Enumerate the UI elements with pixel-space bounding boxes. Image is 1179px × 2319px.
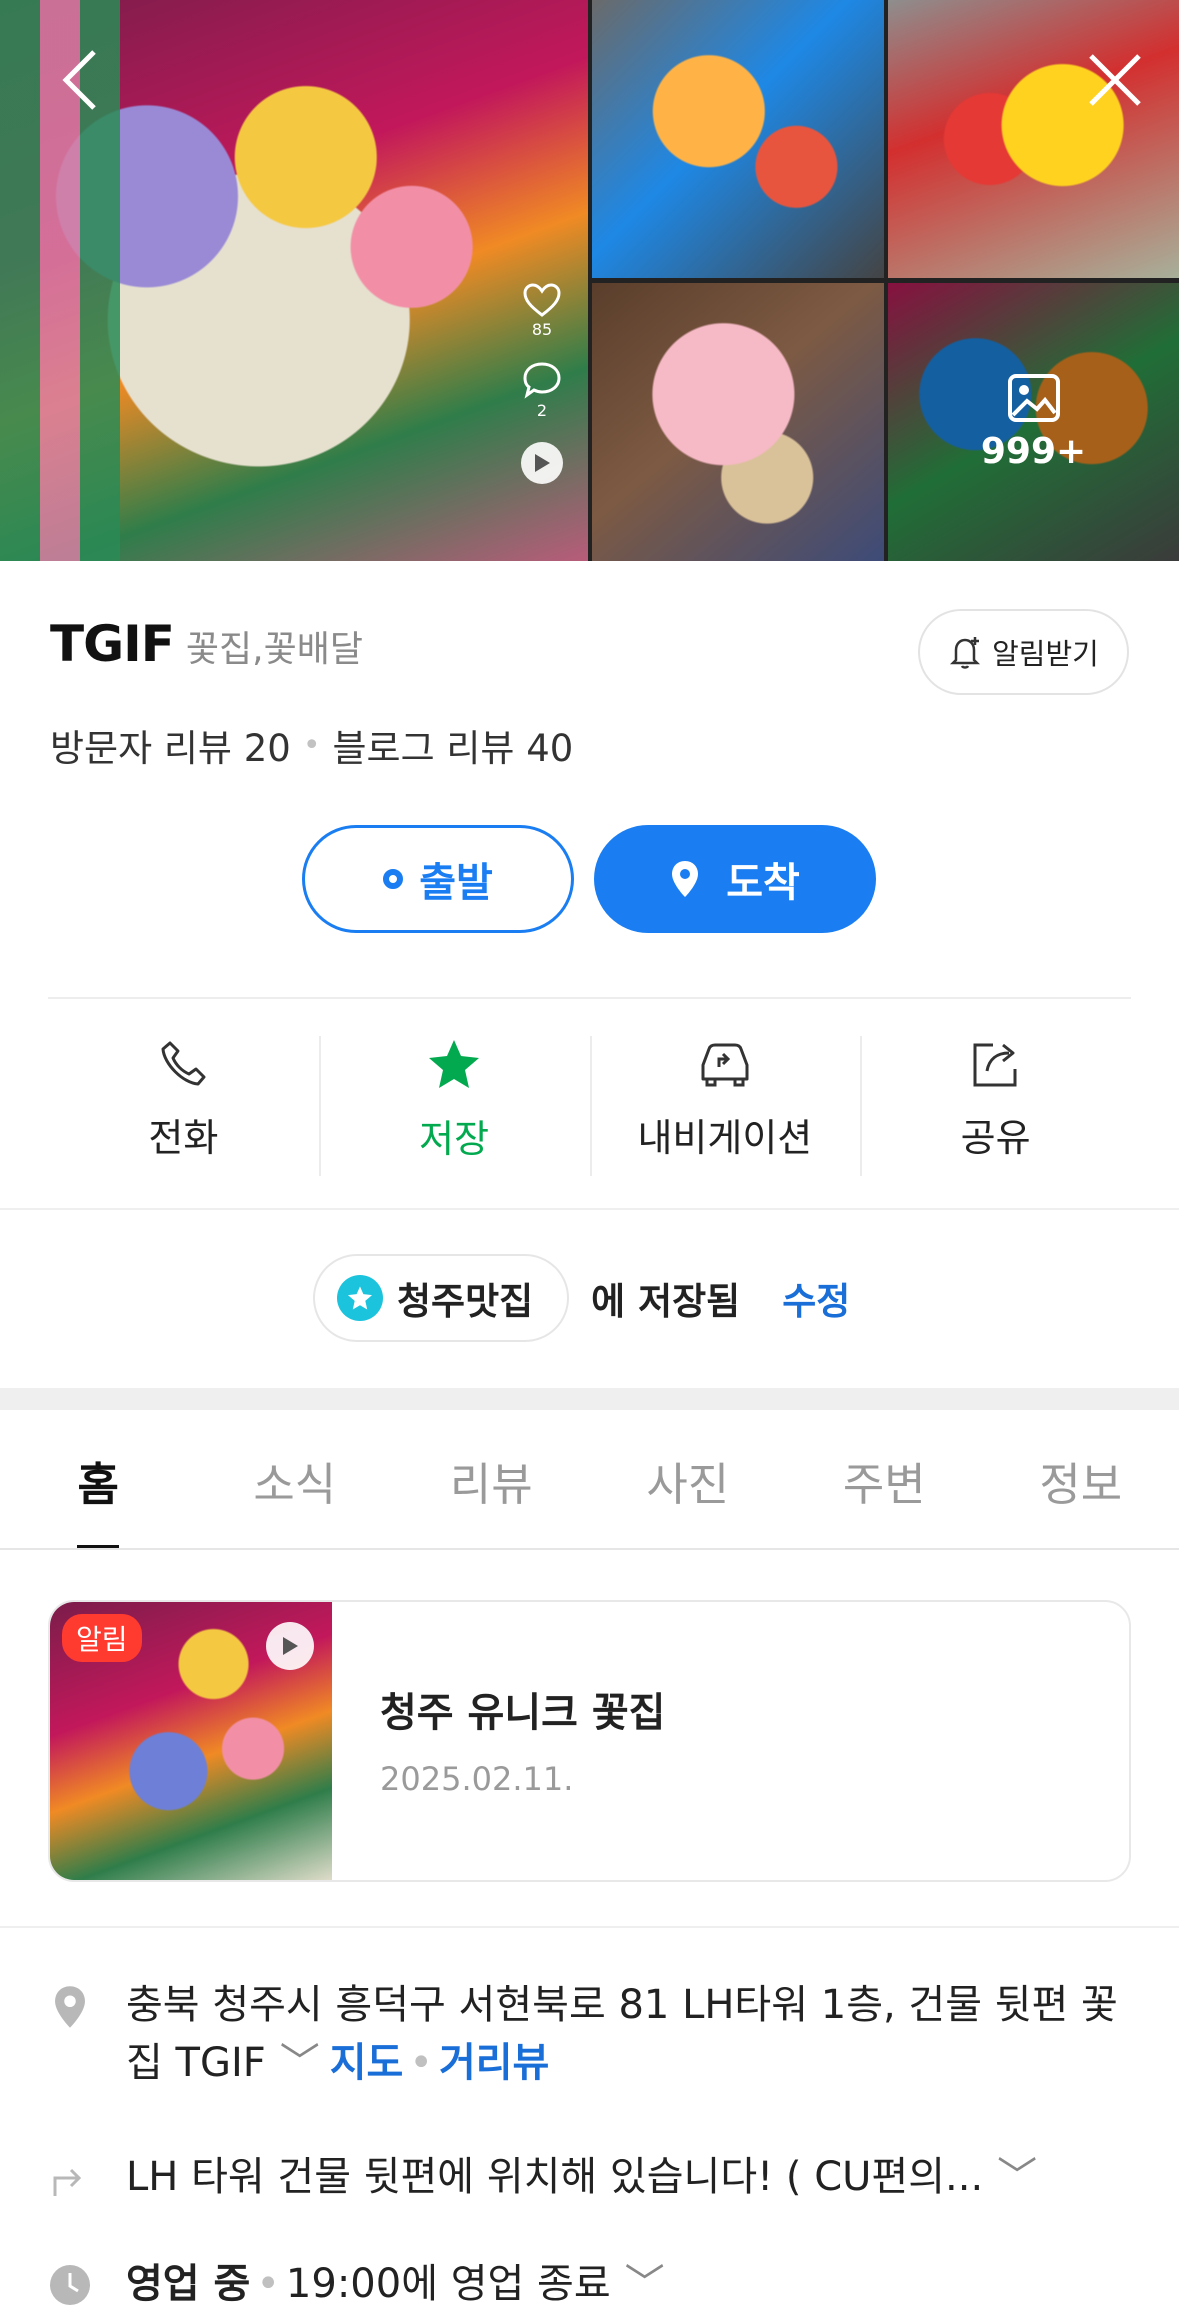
business-status: 영업 중 [126,2261,251,2307]
tab-bar: 홈 소식 리뷰 사진 주변 정보 [0,1410,1179,1550]
play-icon [535,454,550,472]
share-label: 공유 [960,1115,1031,1160]
photo-gallery: 999+ 85 2 [0,0,1179,561]
chevron-down-icon[interactable]: ﹀ [280,2040,320,2086]
saved-list-chip[interactable]: 청주맛집 [313,1254,570,1342]
saved-status-row: 청주맛집 에 저장됨 수정 [313,1254,850,1342]
more-photos-count: 999+ [980,430,1087,472]
review-summary: 방문자 리뷰 20 • 블로그 리뷰 40 [50,718,573,772]
news-title: 청주 유니크 꽃집 [380,1690,666,1736]
turn-arrow-icon [48,2148,92,2206]
divider [0,1208,1179,1210]
news-card[interactable]: 알림 청주 유니크 꽃집 2025.02.11. [48,1600,1131,1882]
saved-text: 에 저장됨 [591,1280,741,1323]
navigation-label: 내비게이션 [637,1115,813,1160]
clock-icon [48,2255,92,2313]
arrive-label: 도착 [726,860,800,906]
store-category: 꽃집,꽃배달 [185,629,363,670]
tab-nearby[interactable]: 주변 [786,1410,983,1550]
news-badge: 알림 [62,1614,142,1662]
closing-time: 19:00에 영업 종료 [285,2261,611,2307]
alarm-button[interactable]: 알림받기 [918,609,1129,695]
comment-icon[interactable] [522,361,562,399]
divider [0,1926,1179,1928]
location-pin-icon [48,1976,92,2092]
like-count: 85 [531,320,553,339]
address-text-block: 충북 청주시 흥덕구 서현북로 81 LH타워 1층, 건물 뒷편 꽃 집 TG… [126,1976,1118,2092]
action-row: 전화 저장 내비게이션 공유 [48,1020,1131,1180]
close-button[interactable] [1075,40,1155,120]
navigation-action[interactable]: 내비게이션 [589,1020,861,1180]
location-pin-icon [672,861,699,897]
separator-dot: • [409,2040,433,2086]
save-label: 저장 [419,1116,490,1161]
depart-dot-icon [383,869,404,889]
edit-saved-link[interactable]: 수정 [782,1271,850,1325]
heart-icon[interactable] [522,282,562,318]
car-icon [701,1043,749,1086]
separator-dot: • [302,727,321,763]
blog-review-link[interactable]: 블로그 리뷰 40 [333,718,574,772]
close-icon [1089,54,1141,106]
hours-text-row: 영업 중 • 19:00에 영업 종료 ﹀ [126,2255,675,2313]
store-name: TGIF [50,615,175,673]
tab-home[interactable]: 홈 [0,1410,197,1550]
share-action[interactable]: 공유 [860,1020,1131,1180]
bell-plus-icon [950,637,981,669]
directions-text-row: LH 타워 건물 뒷편에 위치해 있습니다! ( CU편의... ﹀ [126,2148,1047,2206]
news-body: 청주 유니크 꽃집 2025.02.11. [332,1602,665,1880]
address-line-2: 집 TGIF [126,2040,266,2086]
save-action[interactable]: 저장 [318,1020,590,1180]
comment-count: 2 [536,401,548,420]
tab-news[interactable]: 소식 [197,1410,394,1550]
street-view-link[interactable]: 거리뷰 [439,2040,549,2086]
star-icon [429,1039,480,1088]
more-photos-overlay[interactable]: 999+ [888,283,1179,561]
depart-label: 출발 [419,860,493,906]
video-stats: 85 2 [512,282,572,484]
tab-underline-divider [0,1548,1179,1550]
call-label: 전화 [148,1115,219,1160]
divider [48,997,1131,999]
tab-reviews[interactable]: 리뷰 [393,1410,590,1550]
store-title: TGIF 꽃집,꽃배달 [50,615,363,673]
saved-list-star-icon [337,1275,383,1321]
call-action[interactable]: 전화 [48,1020,319,1180]
section-gap [0,1388,1179,1410]
address-row: 충북 청주시 흥덕구 서현북로 81 LH타워 1층, 건물 뒷편 꽃 집 TG… [48,1976,1138,2092]
directions-row[interactable]: LH 타워 건물 뒷편에 위치해 있습니다! ( CU편의... ﹀ [48,2148,1138,2206]
phone-icon [161,1041,206,1085]
directions-text: LH 타워 건물 뒷편에 위치해 있습니다! ( CU편의... [126,2154,984,2200]
news-date: 2025.02.11. [380,1760,574,1798]
share-icon [973,1043,1017,1086]
tab-info[interactable]: 정보 [983,1410,1179,1550]
tab-photos[interactable]: 사진 [590,1410,787,1550]
depart-button[interactable]: 출발 [302,825,574,933]
route-buttons: 출발 도착 [302,825,876,933]
photo-thumb-1[interactable] [592,0,884,278]
arrive-button[interactable]: 도착 [594,825,876,933]
address-line-1: 충북 청주시 흥덕구 서현북로 81 LH타워 1층, 건물 뒷편 꽃 [126,1982,1118,2028]
back-button[interactable] [40,40,120,120]
news-thumbnail: 알림 [50,1602,332,1880]
chevron-left-icon [62,50,96,110]
saved-list-name: 청주맛집 [397,1280,534,1323]
photo-thumb-3[interactable] [592,283,884,561]
play-button[interactable] [521,442,563,484]
chevron-down-icon[interactable]: ﹀ [997,2154,1037,2200]
alarm-label: 알림받기 [992,637,1099,671]
image-icon [1007,373,1060,422]
hours-row[interactable]: 영업 중 • 19:00에 영업 종료 ﹀ [48,2255,1138,2313]
address-line-2-row: 집 TGIF ﹀ 지도 • 거리뷰 [126,2034,1118,2092]
play-icon [266,1622,314,1670]
map-link[interactable]: 지도 [330,2040,404,2086]
chevron-down-icon[interactable]: ﹀ [625,2261,665,2307]
visitor-review-link[interactable]: 방문자 리뷰 20 [50,718,291,772]
separator-dot: • [256,2261,280,2307]
